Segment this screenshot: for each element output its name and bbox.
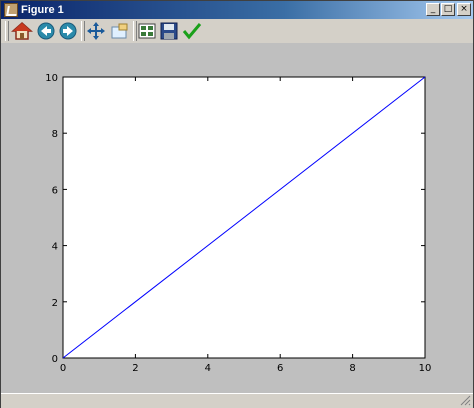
x-tick-label: 10	[419, 363, 432, 374]
configure-button[interactable]	[181, 21, 203, 41]
subplots-button[interactable]	[136, 21, 158, 41]
forward-button[interactable]	[57, 21, 79, 41]
close-button[interactable]: ×	[457, 3, 471, 16]
pan-button[interactable]	[85, 21, 107, 41]
x-tick-label: 2	[132, 363, 138, 374]
window-title: Figure 1	[21, 4, 64, 16]
check-icon	[182, 23, 202, 40]
app-icon	[4, 3, 18, 17]
zoom-rect-button[interactable]	[109, 21, 131, 41]
y-tick-label: 4	[52, 242, 58, 253]
forward-icon	[59, 22, 77, 40]
title-bar[interactable]: Figure 1 _ □ ×	[1, 1, 473, 19]
x-tick-label: 4	[205, 363, 211, 374]
home-icon	[11, 21, 33, 40]
line-chart[interactable]: 0 2 4 6 8 10 0 2 4 6 8 10	[1, 43, 473, 393]
home-button[interactable]	[11, 21, 33, 41]
minimize-button[interactable]: _	[426, 3, 440, 16]
maximize-button[interactable]: □	[441, 3, 455, 16]
y-tick-label: 8	[52, 129, 58, 140]
back-icon	[37, 22, 55, 40]
y-tick-label: 10	[45, 73, 58, 84]
toolbar-grip[interactable]	[5, 21, 9, 41]
zoom-rect-icon	[111, 23, 128, 39]
pan-icon	[87, 22, 105, 40]
x-tick-label: 8	[349, 363, 355, 374]
navigation-toolbar	[1, 19, 473, 43]
y-tick-label: 0	[52, 354, 58, 365]
save-icon	[160, 22, 178, 40]
status-bar	[1, 393, 473, 408]
y-tick-label: 6	[52, 185, 58, 196]
resize-grip-icon[interactable]	[460, 395, 471, 406]
save-button[interactable]	[158, 21, 180, 41]
back-button[interactable]	[35, 21, 57, 41]
figure-canvas[interactable]: 0 2 4 6 8 10 0 2 4 6 8 10	[1, 43, 473, 393]
subplots-icon	[138, 23, 156, 39]
figure-window: Figure 1 _ □ × 0 2 4 6 8 10 0 2 4 6 8 10	[0, 0, 474, 408]
x-tick-label: 0	[60, 363, 66, 374]
y-tick-label: 2	[52, 298, 58, 309]
x-tick-label: 6	[277, 363, 283, 374]
